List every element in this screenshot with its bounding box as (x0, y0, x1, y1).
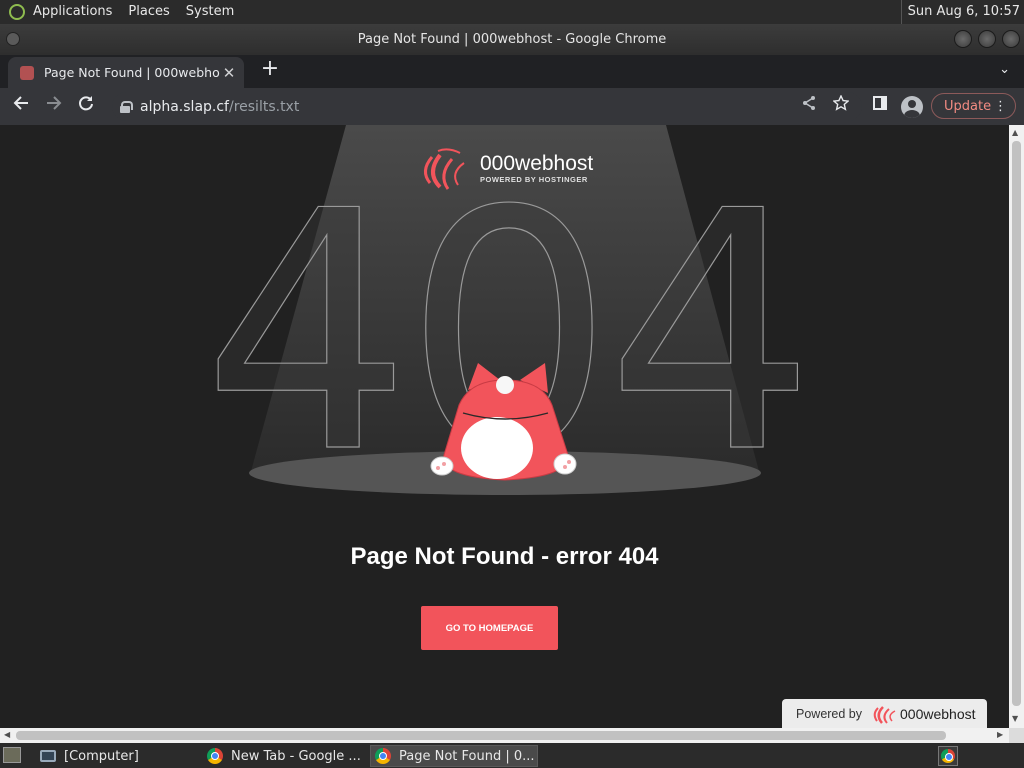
top-panel: Applications Places System Sun Aug 6, 10… (0, 0, 1024, 24)
side-panel-icon[interactable] (868, 94, 892, 118)
menu-places[interactable]: Places (120, 0, 177, 24)
more-menu-icon[interactable]: ⋮ (994, 99, 1007, 114)
address-bar[interactable]: alpha.slap.cf/resilts.txt (112, 92, 862, 121)
url-host: alpha.slap.cf (140, 98, 229, 115)
scrollbar-corner (1009, 728, 1024, 743)
window-controls (954, 30, 1020, 48)
page-title: Page Not Found - error 404 (350, 543, 659, 570)
update-label: Update (944, 98, 992, 114)
bookmark-star-icon[interactable] (829, 94, 853, 118)
vertical-scroll-thumb[interactable] (1012, 141, 1021, 706)
url-path: /resilts.txt (228, 98, 300, 115)
gnome-logo-icon[interactable] (9, 4, 25, 20)
lock-icon[interactable] (120, 100, 133, 113)
taskbar-item-label: [Computer] (64, 748, 139, 764)
000webhost-swirl-icon (424, 148, 465, 190)
chrome-icon (375, 748, 391, 764)
taskbar-item-label: Page Not Found | 0... (399, 748, 535, 764)
favicon-icon (20, 65, 34, 80)
brand-logo[interactable]: 000webhost POWERED BY HOSTINGER (418, 145, 593, 191)
tray-chrome-icon[interactable] (938, 746, 958, 766)
horizontal-scrollbar[interactable]: ◀ ▶ (0, 728, 1009, 743)
menu-system[interactable]: System (178, 0, 242, 24)
scroll-left-arrow-icon[interactable]: ◀ (4, 730, 10, 739)
show-desktop-icon[interactable] (3, 747, 21, 763)
computer-icon (40, 750, 56, 762)
minimize-button[interactable] (954, 30, 972, 48)
browser-toolbar: alpha.slap.cf/resilts.txt Update ⋮ (0, 88, 1024, 125)
window-title: Page Not Found | 000webhost - Google Chr… (357, 32, 667, 47)
close-window-button[interactable] (1002, 30, 1020, 48)
panel-clock[interactable]: Sun Aug 6, 10:57 (900, 0, 1020, 24)
horizontal-scroll-thumb[interactable] (16, 731, 946, 740)
chrome-icon (207, 748, 223, 764)
vertical-scrollbar[interactable]: ▲ ▼ (1009, 125, 1024, 728)
tab-close-icon[interactable]: ✕ (220, 64, 238, 82)
update-button[interactable]: Update ⋮ (931, 93, 1016, 119)
taskbar-item-computer[interactable]: [Computer] (36, 745, 196, 767)
powered-by-label: Powered by (796, 706, 863, 721)
powered-brand-name: 000webhost (900, 705, 976, 722)
powered-by-badge[interactable]: Powered by 000webhost (782, 699, 987, 728)
tab-search-chevron-icon[interactable]: ⌄ (999, 62, 1010, 77)
menu-applications[interactable]: Applications (25, 0, 120, 24)
scroll-right-arrow-icon[interactable]: ▶ (997, 730, 1003, 739)
go-to-homepage-button[interactable]: GO TO HOMEPAGE (421, 606, 558, 650)
taskbar-item-new-tab[interactable]: New Tab - Google ... (203, 745, 365, 767)
window-menu-button[interactable] (6, 32, 20, 46)
tab-strip: Page Not Found | 000webhost ✕ (0, 55, 1024, 88)
tab-active[interactable]: Page Not Found | 000webhost ✕ (8, 57, 244, 88)
scroll-down-arrow-icon[interactable]: ▼ (1012, 714, 1018, 723)
brand-tagline: POWERED BY HOSTINGER (480, 174, 588, 184)
taskbar-item-page-not-found[interactable]: Page Not Found | 0... (370, 745, 538, 767)
page-content: 404 000webhost POWERED BY HOSTINGER Page… (0, 125, 1009, 728)
share-icon[interactable] (797, 94, 821, 118)
taskbar-item-label: New Tab - Google ... (231, 748, 361, 764)
back-arrow-icon[interactable] (9, 94, 33, 118)
tab-title: Page Not Found | 000webhost (44, 65, 220, 80)
brand-name: 000webhost (480, 151, 594, 175)
window-titlebar[interactable]: Page Not Found | 000webhost - Google Chr… (0, 24, 1024, 55)
forward-arrow-icon[interactable] (42, 94, 66, 118)
new-tab-button[interactable]: + (258, 58, 282, 82)
000webhost-small-swirl-icon (873, 705, 896, 724)
reload-icon[interactable] (74, 94, 98, 118)
scroll-up-arrow-icon[interactable]: ▲ (1012, 128, 1018, 137)
maximize-button[interactable] (978, 30, 996, 48)
taskbar: [Computer] New Tab - Google ... Page Not… (0, 743, 1024, 768)
profile-avatar-icon[interactable] (901, 96, 923, 118)
brand-wordmark: 000webhost POWERED BY HOSTINGER (480, 151, 594, 184)
